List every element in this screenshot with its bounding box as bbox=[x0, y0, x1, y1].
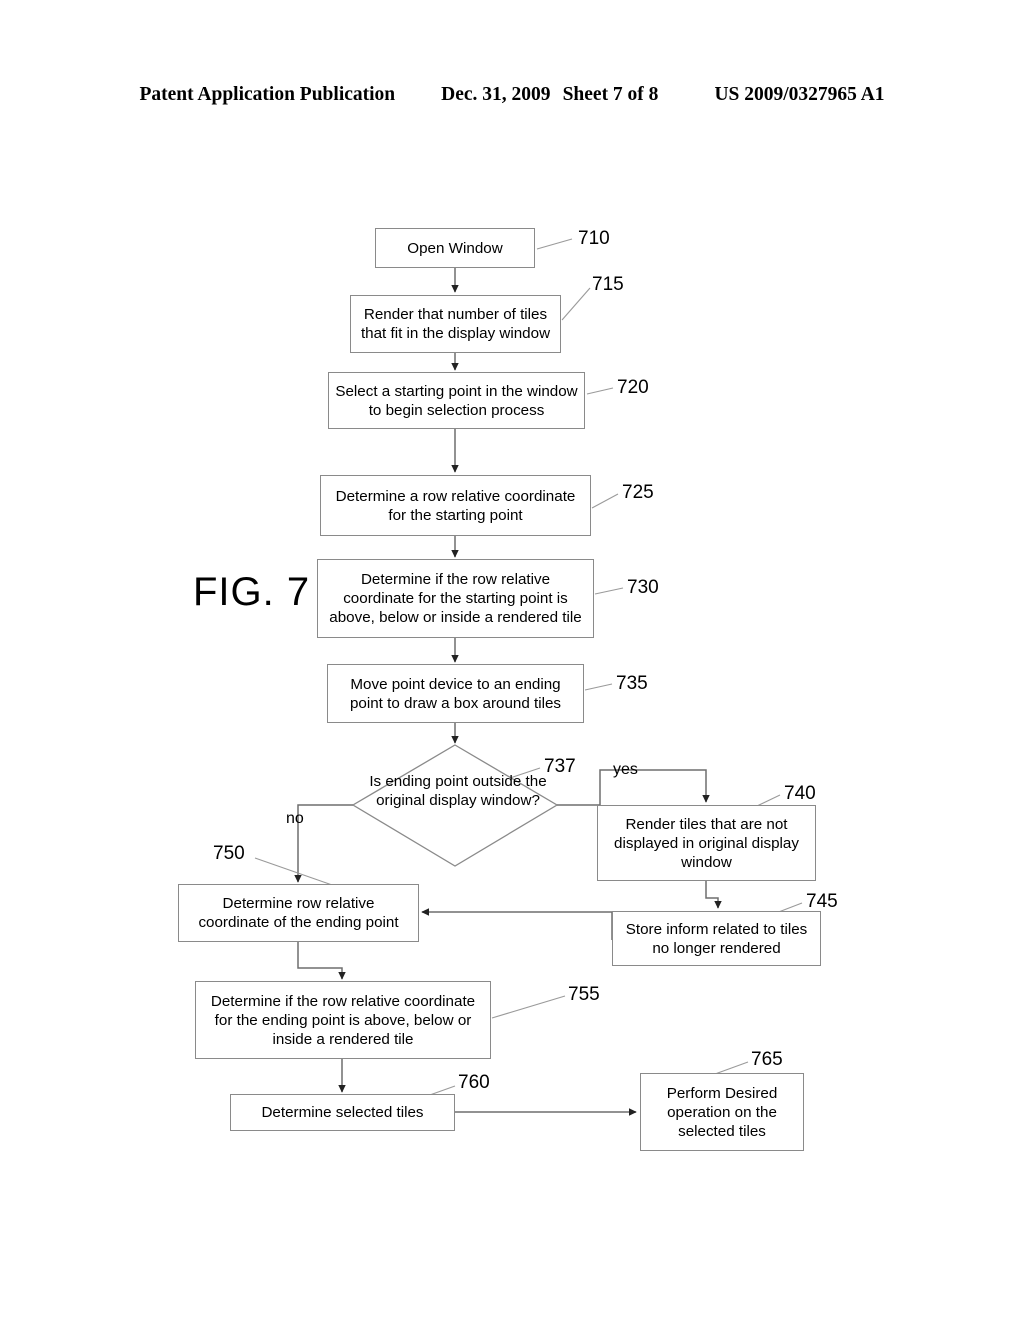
patent-figure-page: Patent Application Publication Dec. 31, … bbox=[0, 0, 1024, 1320]
flow-node-750[interactable]: Determine row relative coordinate of the… bbox=[178, 884, 419, 942]
flow-node-760-label: Determine selected tiles bbox=[261, 1104, 424, 1121]
ref-number-755: 755 bbox=[568, 984, 600, 1005]
ref-number-765: 765 bbox=[751, 1049, 783, 1070]
flow-node-740-label: Render tiles that are not displayed in o… bbox=[614, 815, 799, 871]
flow-node-765-label: Perform Desired operation on the selecte… bbox=[666, 1084, 778, 1140]
figure-label: FIG. 7 bbox=[193, 570, 311, 614]
flow-node-730-label: Determine if the row relative coordinate… bbox=[329, 571, 582, 626]
ref-number-720: 720 bbox=[617, 377, 649, 398]
flow-node-765[interactable]: Perform Desired operation on the selecte… bbox=[640, 1073, 804, 1151]
flow-node-720-label: Select a starting point in the window to… bbox=[335, 382, 578, 419]
ref-number-740: 740 bbox=[784, 783, 816, 804]
flow-node-725-label: Determine a row relative coordinate for … bbox=[335, 487, 576, 524]
header-sheet-text: Sheet 7 of 8 bbox=[562, 84, 659, 105]
flowchart-connectors bbox=[254, 238, 803, 1116]
ref-number-760: 760 bbox=[458, 1072, 490, 1093]
ref-number-710: 710 bbox=[578, 228, 610, 249]
flow-node-715[interactable]: Render that number of tiles that fit in … bbox=[350, 295, 561, 353]
ref-number-745: 745 bbox=[806, 891, 838, 912]
flow-node-735[interactable]: Move point device to an ending point to … bbox=[327, 664, 584, 723]
page-header: Patent Application Publication Dec. 31, … bbox=[0, 84, 1024, 110]
flow-node-720[interactable]: Select a starting point in the window to… bbox=[328, 372, 585, 429]
flow-node-750-label: Determine row relative coordinate of the… bbox=[198, 895, 399, 931]
flow-node-760[interactable]: Determine selected tiles bbox=[230, 1094, 455, 1131]
ref-number-737: 737 bbox=[544, 756, 576, 777]
branch-label-no: no bbox=[286, 810, 304, 827]
flow-node-710-label: Open Window bbox=[407, 239, 503, 257]
flow-node-737-label: Is ending point outside the original dis… bbox=[369, 773, 547, 809]
flow-node-755[interactable]: Determine if the row relative coordinate… bbox=[195, 981, 491, 1059]
branch-label-yes: yes bbox=[613, 761, 638, 778]
flow-node-725[interactable]: Determine a row relative coordinate for … bbox=[320, 475, 591, 536]
ref-number-730: 730 bbox=[627, 577, 659, 598]
ref-number-735: 735 bbox=[616, 673, 648, 694]
flow-node-710[interactable]: Open Window bbox=[375, 228, 535, 268]
flow-node-740[interactable]: Render tiles that are not displayed in o… bbox=[597, 805, 816, 881]
flow-node-755-label: Determine if the row relative coordinate… bbox=[210, 992, 476, 1048]
flow-node-737[interactable]: Is ending point outside the original dis… bbox=[368, 772, 548, 810]
flow-node-745[interactable]: Store inform related to tiles no longer … bbox=[612, 911, 821, 966]
ref-number-715: 715 bbox=[592, 274, 624, 295]
header-date-text: Dec. 31, 2009 bbox=[441, 84, 551, 105]
flow-node-715-label: Render that number of tiles that fit in … bbox=[360, 306, 551, 342]
ref-number-750: 750 bbox=[213, 843, 245, 864]
header-patent-number-text: US 2009/0327965 A1 bbox=[714, 84, 885, 105]
flow-node-735-label: Move point device to an ending point to … bbox=[349, 675, 562, 712]
ref-number-725: 725 bbox=[622, 482, 654, 503]
flow-node-745-label: Store inform related to tiles no longer … bbox=[625, 920, 808, 957]
flow-node-730[interactable]: Determine if the row relative coordinate… bbox=[317, 559, 594, 638]
header-publication-text: Patent Application Publication bbox=[139, 84, 396, 105]
